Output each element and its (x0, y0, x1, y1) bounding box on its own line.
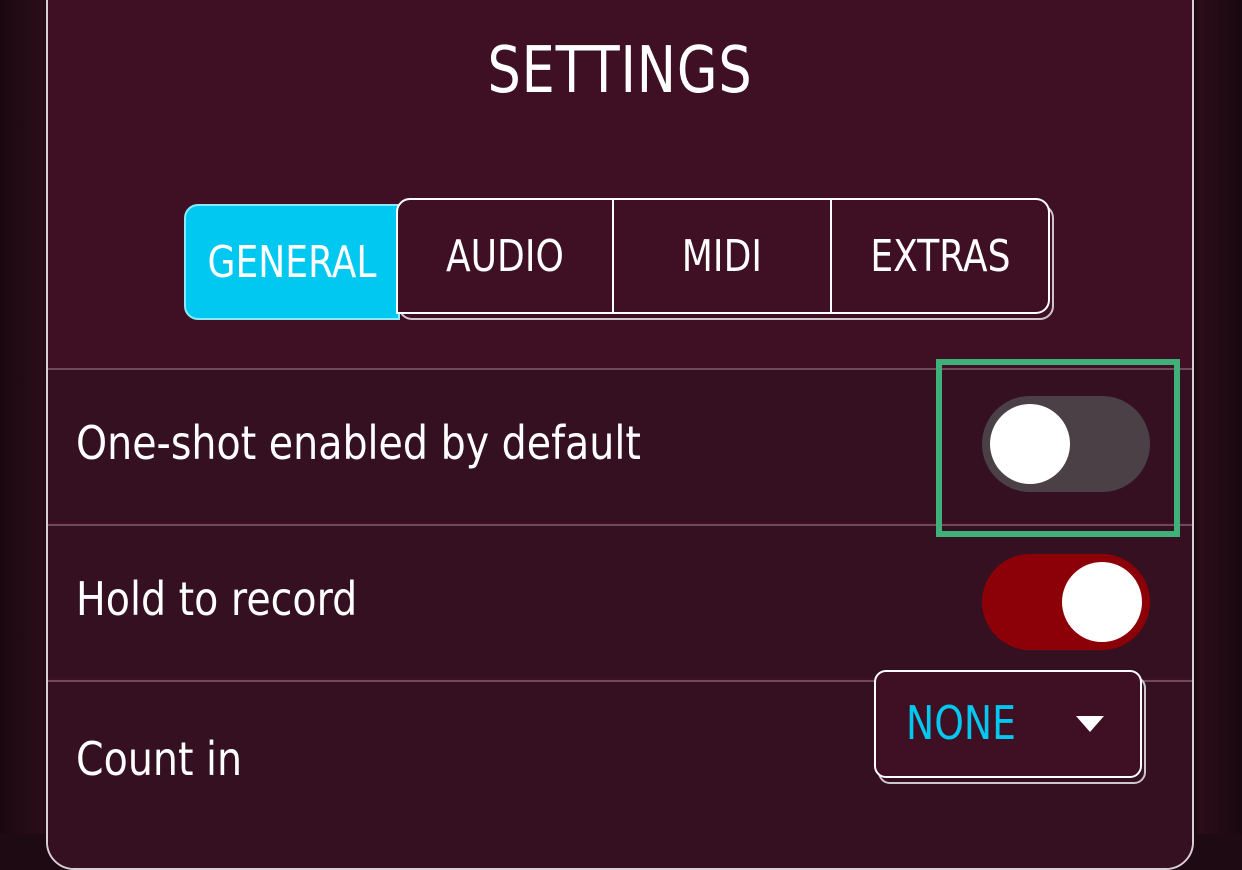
dialog-title: SETTINGS (487, 34, 753, 108)
toggle-knob (1062, 562, 1142, 642)
count-in-label: Count in (76, 732, 243, 786)
hold-to-record-label: Hold to record (76, 572, 358, 626)
tab-extras[interactable]: EXTRAS (832, 198, 1050, 314)
toggle-knob (990, 404, 1070, 484)
setting-row-count-in: Count in NONE (48, 670, 1192, 868)
settings-tabs: GENERAL AUDIO MIDI EXTRAS (184, 198, 1054, 320)
setting-row-hold-to-record: Hold to record (48, 524, 1192, 678)
chevron-down-icon (1076, 716, 1104, 732)
tab-general-label: GENERAL (207, 236, 377, 288)
count-in-value: NONE (906, 696, 1016, 750)
settings-dialog: SETTINGS GENERAL AUDIO MIDI EXTRAS One-s… (46, 0, 1194, 870)
tab-audio[interactable]: AUDIO (396, 198, 614, 314)
tab-audio-label: AUDIO (446, 230, 564, 282)
count-in-dropdown[interactable]: NONE (874, 670, 1142, 778)
tab-general[interactable]: GENERAL (184, 204, 400, 320)
hold-to-record-toggle[interactable] (982, 554, 1150, 650)
one-shot-label: One-shot enabled by default (76, 416, 641, 470)
setting-row-one-shot: One-shot enabled by default (48, 368, 1192, 522)
tab-midi[interactable]: MIDI (614, 198, 832, 314)
tab-extras-label: EXTRAS (869, 230, 1011, 282)
tab-midi-label: MIDI (681, 230, 763, 282)
one-shot-toggle[interactable] (982, 396, 1150, 492)
